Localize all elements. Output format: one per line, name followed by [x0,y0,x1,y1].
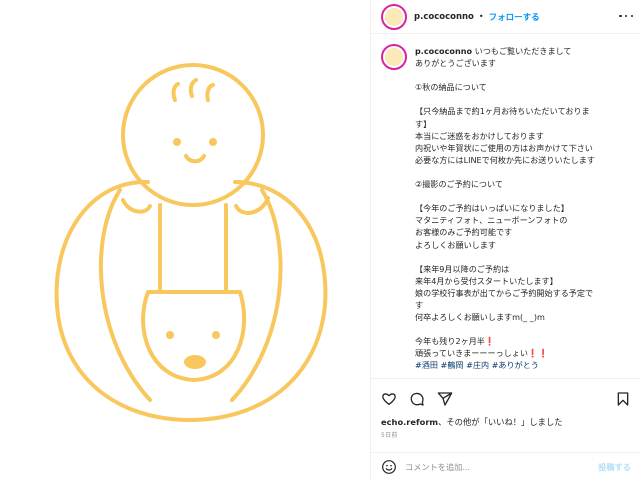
action-bar: echo.reform、その他が「いいね！」しました 5日前 [371,378,640,452]
bookmark-icon[interactable] [615,391,631,407]
heart-icon[interactable] [381,391,397,407]
likes-text: echo.reform、その他が「いいね！」しました [381,416,563,428]
post-panel: p.cococonno • フォローする p.cococonno いつもご覧いた… [370,0,640,480]
eye [209,138,217,146]
body-outline [54,179,328,422]
caption: p.cococonno いつもご覧いただきまして ありがとうございます ①秋の納… [415,45,633,372]
avatar[interactable] [381,3,407,30]
caption-avatar[interactable] [381,44,407,70]
header-username[interactable]: p.cococonno [414,12,474,22]
liked-by-suffix[interactable]: 、その他が「いいね！」しました [438,417,562,427]
eye [173,138,181,146]
post-header: p.cococonno • フォローする [371,0,640,34]
post-date[interactable]: 5日前 [381,430,398,439]
comment-bar: 投稿する [371,452,640,480]
follow-button[interactable]: フォローする [489,11,540,23]
more-icon[interactable] [619,11,633,21]
post-comment-button[interactable]: 投稿する [598,461,631,473]
comment-icon[interactable] [409,391,425,407]
liked-by-user[interactable]: echo.reform [381,417,438,427]
comment-input[interactable] [405,461,575,472]
post-image[interactable] [0,0,370,480]
stripe [98,188,152,402]
caption-body: ①秋の納品について 【只今納品まで約1ヶ月お待ちいただいておりま す】 本当にご… [415,82,595,359]
separator-dot: • [478,12,484,21]
illustration [54,63,328,422]
share-icon[interactable] [437,391,453,407]
emoji-icon[interactable] [381,459,397,475]
caption-username[interactable]: p.cococonno [415,46,472,56]
caption-fade [371,366,640,378]
